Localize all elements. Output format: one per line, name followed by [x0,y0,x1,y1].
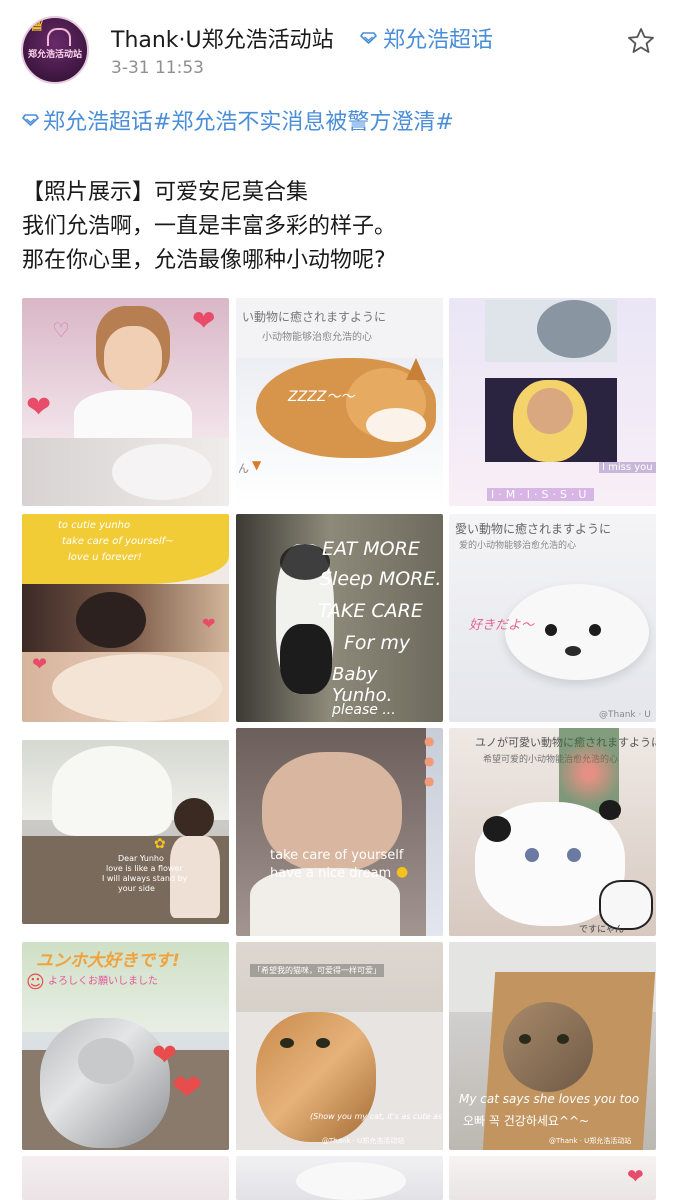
photo-5-line: EAT MORE [322,538,420,560]
topic-link[interactable]: 郑允浩超话#郑允浩不实消息被警方澄清# [22,104,454,136]
heart-icon: ♡ [52,318,70,342]
photo-15[interactable]: ❤ [449,1156,656,1200]
photo-11-wm: @Thank · U郑允浩活动站 [322,1137,405,1145]
smiley-icon: ☺ [26,972,45,993]
avatar-text: 郑允浩活动站 [27,50,82,60]
photo-5[interactable]: EAT MORE Sleep MORE. TAKE CARE For my Ba… [236,514,443,722]
photo-8[interactable]: ● ● ● take care of yourself have a nice … [236,728,443,936]
photo-4-line: to cutie yunho [58,520,131,531]
post-body: 【照片展示】可爱安尼莫合集 我们允浩啊，一直是丰富多彩的样子。 那在你心里，允浩… [22,176,396,278]
photo-5-line: TAKE CARE [318,600,423,622]
photo-10[interactable]: ユンホ大好きです! よろしくお願いしました ☺ ❤ ❤ [22,942,229,1150]
body-line: 我们允浩啊，一直是丰富多彩的样子。 [22,214,397,239]
photo-2-jp: い動物に癒されますように [242,310,387,324]
avatar[interactable]: ♛ 郑允浩活动站 [21,16,89,84]
photo-2[interactable]: い動物に癒されますように 小动物能够治愈允浩的心 ZZZZ～～ ん ▼ [236,298,443,506]
photo-6-jp: 愛い動物に癒されますように [455,522,612,536]
cherry-icon: ● [424,774,435,788]
super-topic-link[interactable]: 郑允浩超话 [360,22,493,54]
strawberry-icon: ❤ [32,654,48,675]
cherry-icon: ● [424,734,435,748]
photo-7-line: your side [118,884,155,893]
photo-11[interactable]: 「希望我的猫咪，可爱得一样可爱」 (Show you my cat, it's … [236,942,443,1150]
post-time: 3-31 11:53 [111,58,204,78]
crown-icon: ♛ [27,16,47,37]
body-line: 那在你心里，允浩最像哪种小动物呢? [22,248,386,273]
photo-4-line: love u forever! [68,552,142,563]
bunny-ears-icon [47,28,71,46]
author-name[interactable]: Thank·U郑允浩活动站 [111,22,334,54]
photo-6[interactable]: 愛い動物に癒されますように 爱的小动物能够治愈允浩的心 好きだよ～ @Thank… [449,514,656,722]
photo-10-sub: よろしくお願いしました [48,976,158,987]
photo-5-line: please ... [332,702,396,718]
photo-10-top: ユンホ大好きです! [36,951,180,971]
topic-text: 郑允浩超话#郑允浩不实消息被警方澄清# [43,110,454,135]
photo-13[interactable] [22,1156,229,1200]
strawberry-icon: ❤ [627,1164,644,1188]
strawberry-icon: ❤ [26,390,52,425]
cherry-icon: ● [424,754,435,768]
photo-12-line2: 오빠 꼭 건강하세요^^~ [463,1114,590,1128]
super-topic-label: 郑允浩超话 [383,28,494,53]
photo-4-line: take care of yourself~ [62,536,174,547]
photo-7[interactable]: Dear Yunho love is like a flower I will … [22,740,229,924]
strawberry-icon: ❤ [202,614,216,633]
photo-3-miss: I miss you [599,462,656,473]
photo-12-line1: My cat says she loves you too [459,1092,640,1106]
post-header: ♛ 郑允浩活动站 Thank·U郑允浩活动站 郑允浩超话 3-31 11:53 [0,0,677,95]
star-outline-icon[interactable] [626,26,656,56]
photo-9-bottom: ですにゃん [579,925,625,935]
body-line: 【照片展示】可爱安尼莫合集 [22,180,309,205]
photo-11-top: 「希望我的猫咪，可爱得一样可爱」 [250,964,384,977]
diamond-icon [360,32,377,44]
photo-2-tag: ん [238,462,249,475]
photo-12[interactable]: My cat says she loves you too 오빠 꼭 건강하세요… [449,942,656,1150]
photo-7-line: I will always stand by [102,874,188,883]
photo-2-zzz: ZZZZ～～ [288,389,355,405]
photo-11-caption: (Show you my cat, it's as cute as you.) [310,1112,443,1121]
photo-7-line: love is like a flower [106,864,183,873]
photo-7-line: Dear Yunho [118,854,164,863]
photo-12-wm: @Thank · U郑允浩活动站 [549,1137,632,1145]
photo-8-line: take care of yourself [270,848,404,863]
photo-6-side: 好きだよ～ [469,618,535,633]
fox-icon: ▼ [252,458,262,472]
diamond-icon [22,114,39,126]
photo-14[interactable] [236,1156,443,1200]
photo-9[interactable]: ユノが可愛い動物に癒されますように 希望可爱的小动物能治愈允浩的心 ですにゃん [449,728,656,936]
photo-5-line: For my [344,632,411,654]
strawberry-icon: ❤ [172,1068,203,1109]
flower-icon: ✿ [154,836,166,852]
emoji-icon: ● [396,864,409,880]
photo-5-line: Baby Yunho. [332,664,393,706]
photo-1[interactable]: ❤ ❤ ♡ [22,298,229,506]
strawberry-icon: ❤ [192,304,216,337]
photo-6-cn: 爱的小动物能够治愈允浩的心 [459,541,577,551]
photo-3[interactable]: I miss you I·M·I·S·S·U [449,298,656,506]
photo-4[interactable]: to cutie yunho take care of yourself~ lo… [22,514,229,722]
photo-8-line: have a nice dream [270,866,392,881]
photo-3-letters: I·M·I·S·S·U [487,488,595,501]
photo-5-line: Sleep MORE. [320,568,442,590]
photo-6-wm: @Thank · U [599,710,651,720]
photo-2-cn: 小动物能够治愈允浩的心 [262,332,372,343]
